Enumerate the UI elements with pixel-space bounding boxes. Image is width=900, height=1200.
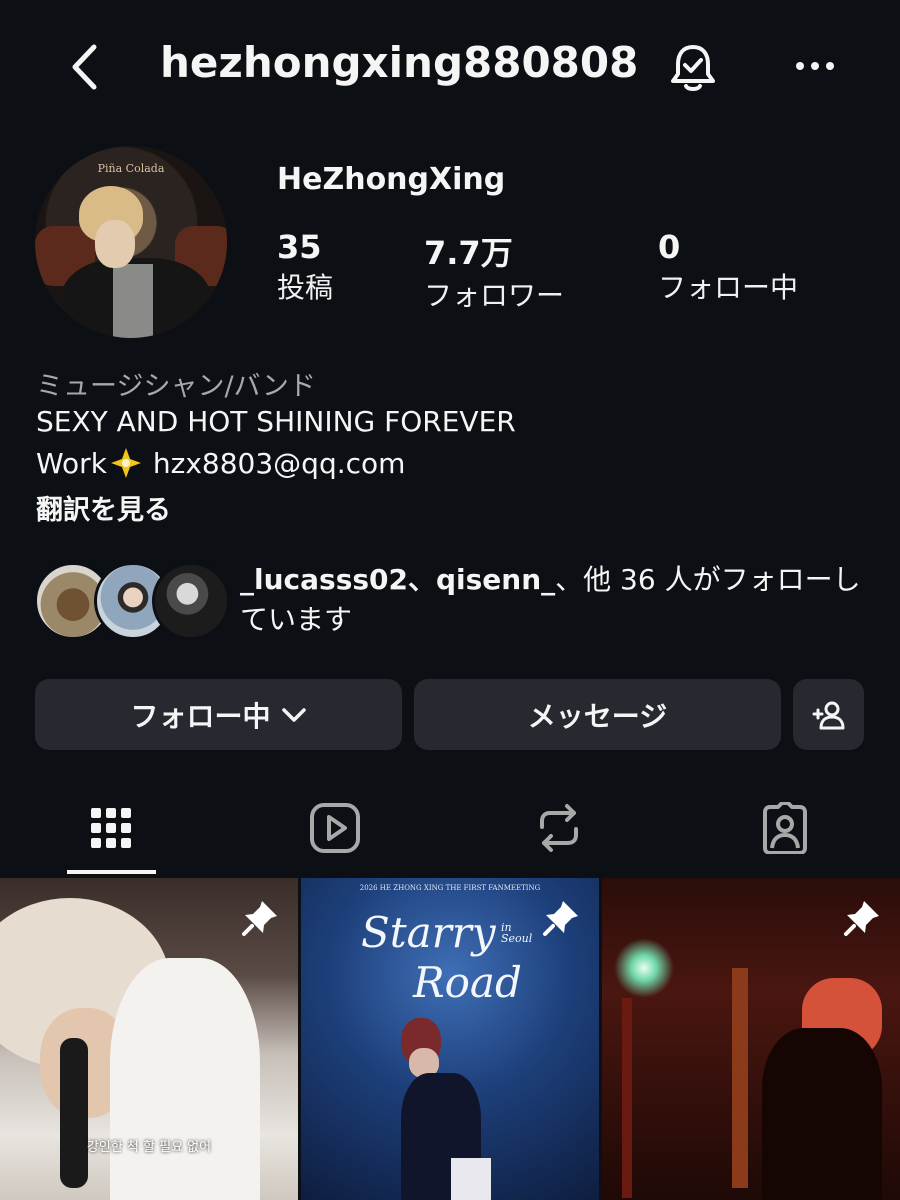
post-tile[interactable]: 2026 HE ZHONG XING THE FIRST FANMEETING … — [301, 878, 599, 1200]
more-options-button[interactable] — [790, 48, 840, 84]
suggest-people-button[interactable] — [793, 679, 864, 750]
add-person-icon — [812, 701, 844, 729]
bio-work-prefix: Work — [36, 446, 107, 480]
notification-bell-check-icon — [671, 45, 715, 91]
stat-posts-label: 投稿 — [277, 271, 334, 304]
post-title-small: in Seoul — [501, 921, 533, 945]
pin-icon — [543, 901, 578, 936]
message-button[interactable]: メッセージ — [414, 679, 781, 750]
avatar-caption: Piña Colada — [97, 162, 165, 175]
post-caption: 강인한 척 할 필요 없어 — [86, 1140, 212, 1155]
grid-icon — [91, 808, 131, 848]
stat-followers-value: 7.7万 — [424, 234, 513, 272]
stat-following[interactable]: 0 フォロー中 — [658, 228, 798, 306]
stat-posts[interactable]: 35 投稿 — [277, 228, 333, 306]
post-title-line1: Starry — [361, 908, 496, 957]
profile-category: ミュージシャン/バンド — [36, 371, 316, 402]
bio-line: SEXY AND HOT SHINING FOREVER — [36, 405, 516, 438]
pin-icon — [242, 901, 277, 936]
stat-posts-value: 35 — [277, 228, 322, 266]
mutual-names: _lucasss02、qisenn_ — [240, 563, 556, 596]
post-tile[interactable] — [602, 878, 900, 1200]
tagged-person-icon — [763, 802, 807, 854]
tab-reposts[interactable] — [484, 798, 634, 858]
following-button[interactable]: フォロー中 — [35, 679, 402, 750]
bio-work-line: Work hzx8803@qq.com — [36, 446, 405, 480]
reels-icon — [310, 803, 360, 853]
chevron-down-icon — [281, 707, 306, 722]
back-button[interactable] — [62, 40, 106, 94]
following-label: フォロー中 — [130, 699, 271, 733]
header-username: hezhongxing880808 — [160, 38, 639, 87]
stat-followers-label: フォロワー — [424, 279, 565, 312]
notification-button[interactable] — [664, 40, 722, 96]
post-header: 2026 HE ZHONG XING THE FIRST FANMEETING — [359, 884, 541, 892]
more-horizontal-icon — [796, 62, 834, 70]
see-translation-link[interactable]: 翻訳を見る — [36, 488, 171, 527]
pin-icon — [844, 901, 879, 936]
sparkle-star-icon — [110, 448, 141, 478]
profile-avatar[interactable]: Piña Colada — [35, 146, 227, 338]
bio-work-email[interactable]: hzx8803@qq.com — [153, 447, 406, 480]
post-tile[interactable]: 강인한 척 할 필요 없어 — [0, 878, 298, 1200]
stat-following-label: フォロー中 — [658, 271, 799, 304]
stat-followers[interactable]: 7.7万 フォロワー — [424, 228, 564, 314]
mutual-avatar[interactable] — [152, 562, 230, 640]
repost-icon — [540, 804, 578, 852]
post-title-line2: Road — [413, 958, 522, 1007]
tab-grid[interactable] — [36, 798, 186, 858]
tab-reels[interactable] — [260, 798, 410, 858]
display-name: HeZhongXing — [277, 162, 506, 197]
active-tab-indicator — [67, 870, 156, 874]
stat-following-value: 0 — [658, 228, 681, 266]
chevron-left-icon — [72, 44, 97, 90]
message-label: メッセージ — [527, 699, 668, 733]
tab-tagged[interactable] — [710, 798, 860, 858]
mutual-followers-text[interactable]: _lucasss02、qisenn_、他 36 人がフォローしています — [240, 560, 880, 640]
